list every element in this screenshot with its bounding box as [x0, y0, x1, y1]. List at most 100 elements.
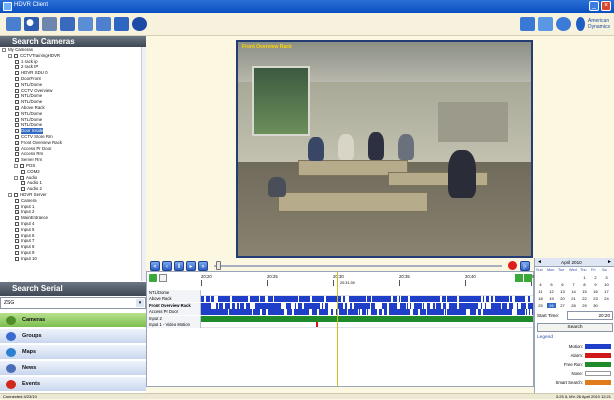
calendar-day[interactable]: 10	[602, 282, 611, 287]
tree-checkbox[interactable]	[15, 216, 19, 221]
speed-slider-thumb[interactable]	[216, 261, 221, 270]
tree-checkbox[interactable]	[15, 134, 19, 139]
tree-checkbox[interactable]	[15, 59, 19, 64]
zoom-out-icon[interactable]	[159, 274, 167, 282]
tree-checkbox[interactable]	[21, 181, 25, 186]
nav-maps[interactable]: Maps	[0, 344, 146, 359]
tree-checkbox[interactable]	[15, 245, 19, 250]
settings-icon[interactable]	[132, 17, 147, 31]
checkmark-icon[interactable]	[149, 274, 157, 282]
expand-icon[interactable]: -	[8, 53, 12, 58]
tree-checkbox[interactable]	[21, 169, 25, 174]
minimize-button[interactable]: _	[589, 1, 599, 11]
refresh-icon[interactable]	[524, 274, 532, 282]
tree-checkbox[interactable]	[15, 88, 19, 93]
calendar-day[interactable]: 22	[580, 296, 589, 301]
user-icon[interactable]	[114, 17, 129, 31]
skip-start-button[interactable]: |‹	[520, 261, 530, 271]
calendar-day[interactable]: 25	[536, 303, 545, 308]
calendar-day[interactable]: 17	[602, 289, 611, 294]
record-icon[interactable]	[508, 261, 517, 270]
start-time-input[interactable]: 20:20	[567, 311, 613, 320]
tree-checkbox[interactable]	[14, 53, 18, 58]
calendar-day[interactable]: 5	[547, 282, 556, 287]
timeline-panel[interactable]: 20:2020:2520:3020:3520:4020:45 20:31:39 …	[146, 271, 542, 387]
prev-month-button[interactable]: ◄	[537, 259, 542, 265]
calendar-day[interactable]: 20	[558, 296, 567, 301]
calendar-day[interactable]: 28	[569, 303, 578, 308]
rewind-button[interactable]: «	[150, 261, 160, 271]
calendar-day[interactable]: 29	[580, 303, 589, 308]
calendar-day[interactable]: 30	[591, 303, 600, 308]
tree-checkbox[interactable]	[20, 163, 24, 168]
timeline-track[interactable]	[201, 315, 533, 322]
nav-cameras[interactable]: Cameras	[0, 312, 146, 327]
timeline-row[interactable]: Above Rack	[147, 296, 533, 303]
tree-checkbox[interactable]	[15, 94, 19, 99]
calendar-day[interactable]: 4	[536, 282, 545, 287]
search-button[interactable]: Search	[537, 323, 613, 332]
tree-checkbox[interactable]	[15, 239, 19, 244]
calendar-day[interactable]: 6	[558, 282, 567, 287]
tree-checkbox[interactable]	[15, 82, 19, 87]
chevron-down-icon[interactable]: ▾	[136, 299, 144, 307]
step-back-button[interactable]: ‹	[162, 261, 172, 271]
calendar-day[interactable]: 9	[591, 282, 600, 287]
help-icon[interactable]	[556, 17, 571, 31]
tools-icon[interactable]	[42, 17, 57, 31]
calendar-day[interactable]: 26	[547, 303, 556, 308]
calendar-day[interactable]: 23	[591, 296, 600, 301]
timeline-track[interactable]	[201, 302, 533, 309]
search-icon[interactable]	[24, 17, 39, 31]
expand-icon[interactable]: -	[14, 163, 18, 168]
tree-checkbox[interactable]	[15, 152, 19, 157]
tree-checkbox[interactable]	[15, 71, 19, 76]
video-player[interactable]: Front Overview Rack	[236, 40, 533, 258]
tree-checkbox[interactable]	[15, 233, 19, 238]
single-view-icon[interactable]	[520, 17, 535, 31]
nav-events[interactable]: Events	[0, 376, 146, 391]
expand-icon[interactable]: -	[2, 48, 6, 53]
play-button[interactable]: ▸	[186, 261, 196, 271]
next-month-button[interactable]: ►	[607, 259, 612, 265]
timeline-track[interactable]	[201, 290, 533, 296]
calendar-day[interactable]: 7	[569, 282, 578, 287]
calendar-day[interactable]: 14	[569, 289, 578, 294]
layout-icon[interactable]	[96, 17, 111, 31]
tree-checkbox[interactable]: ✓	[15, 140, 19, 145]
calendar-day[interactable]: 21	[569, 296, 578, 301]
calendar-day[interactable]: 3	[602, 275, 611, 280]
fast-forward-button[interactable]: »	[198, 261, 208, 271]
calendar-grid[interactable]: Sun Mon Tue Wed Thu Fri Sa 1 2 3 4 5 6 7 8 9 10 11 12 13 14 1…	[536, 268, 614, 310]
calendar-day[interactable]: 8	[580, 282, 589, 287]
tree-checkbox[interactable]	[15, 129, 19, 134]
tree-checkbox[interactable]	[15, 117, 19, 122]
tree-checkbox[interactable]	[15, 204, 19, 209]
timeline-track[interactable]	[201, 309, 533, 316]
expand-icon[interactable]: -	[14, 175, 18, 180]
nav-groups[interactable]: Groups	[0, 328, 146, 343]
tree-checkbox[interactable]	[15, 256, 19, 261]
calendar-day[interactable]: 2	[591, 275, 600, 280]
timeline-row[interactable]: Input 2	[147, 315, 533, 322]
close-button[interactable]: ×	[601, 1, 611, 11]
tree-checkbox[interactable]	[15, 123, 19, 128]
tree-checkbox[interactable]	[15, 198, 19, 203]
tree-checkbox[interactable]: ✓	[15, 210, 19, 215]
tree-checkbox[interactable]: ✓	[15, 105, 19, 110]
nav-news[interactable]: News	[0, 360, 146, 375]
tree-scrollbar[interactable]	[141, 47, 146, 281]
calendar-day[interactable]: 15	[580, 289, 589, 294]
tree-checkbox[interactable]	[15, 221, 19, 226]
tree-checkbox[interactable]	[20, 175, 24, 180]
calendar-day[interactable]: 24	[602, 296, 611, 301]
users-icon[interactable]	[78, 17, 93, 31]
calendar-day[interactable]: 11	[536, 289, 545, 294]
tree-checkbox[interactable]	[15, 100, 19, 105]
timeline-row[interactable]: Input 1 - Video Motion	[147, 322, 533, 328]
timeline-row[interactable]: NTL/Dome	[147, 290, 533, 296]
zoom-icon[interactable]	[60, 17, 75, 31]
tree-checkbox[interactable]: ✓	[15, 146, 19, 151]
calendar-day[interactable]: 27	[558, 303, 567, 308]
tree-checkbox[interactable]	[14, 192, 18, 197]
